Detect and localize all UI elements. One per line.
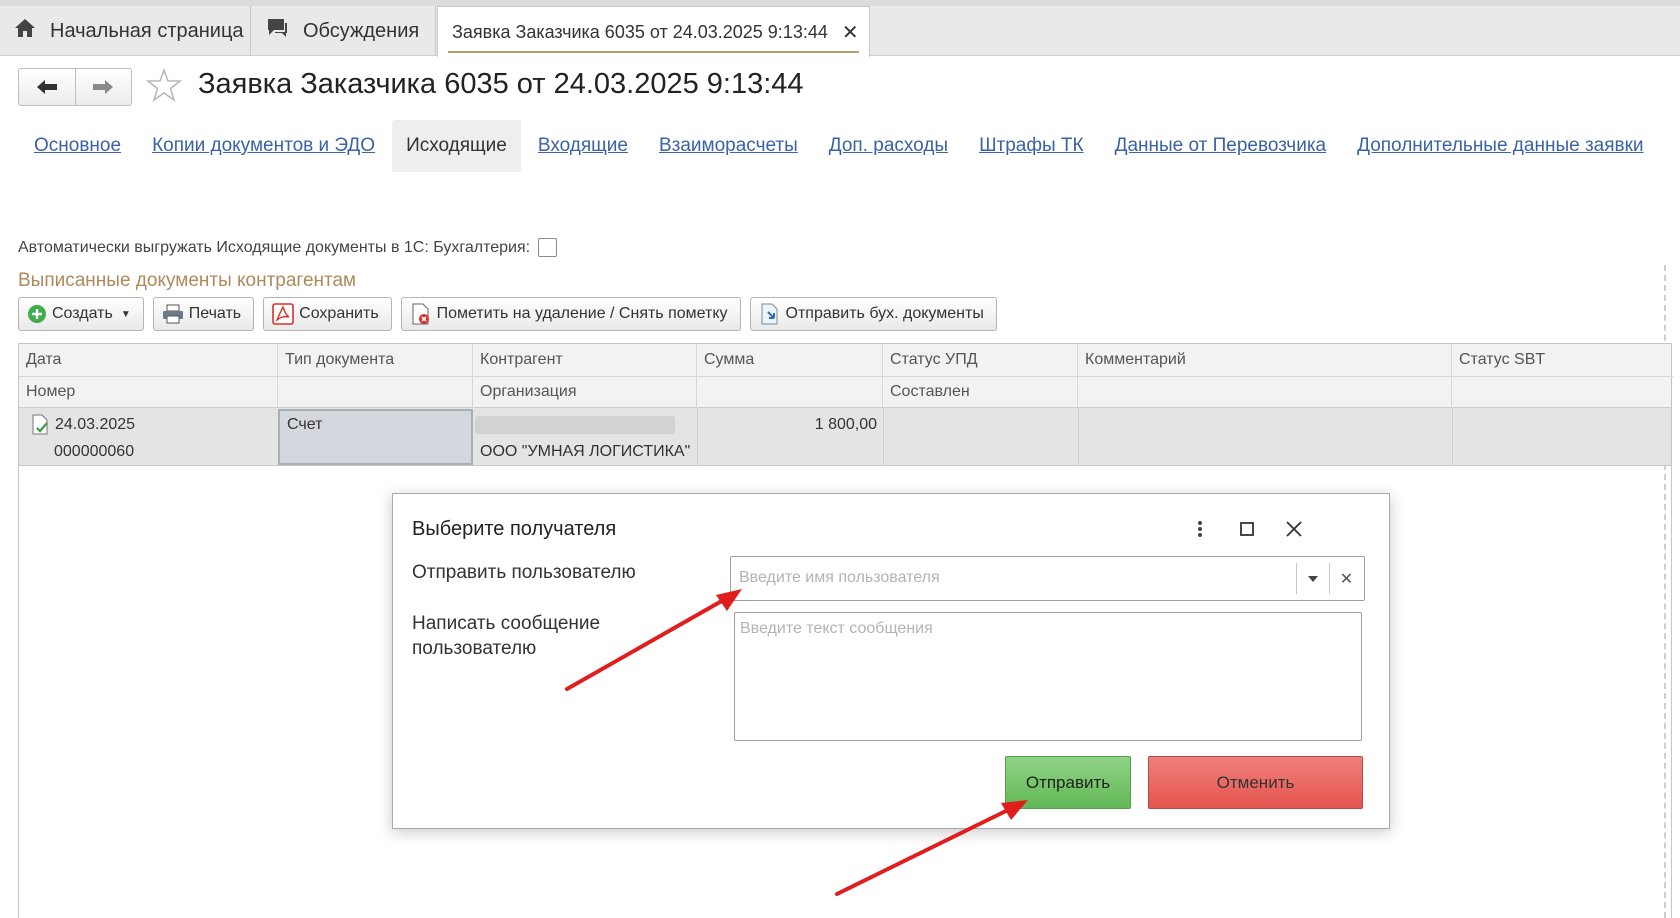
maximize-icon[interactable] [1233, 514, 1261, 544]
user-field-label: Отправить пользователю [412, 562, 636, 583]
auto-export-checkbox[interactable] [538, 238, 558, 257]
chevron-down-icon [1308, 575, 1318, 582]
cell-divider [1452, 408, 1453, 466]
subtab-penalties[interactable]: Штрафы ТК [965, 120, 1098, 172]
active-tab-underline [448, 51, 859, 53]
message-label-line1: Написать сообщение [412, 613, 601, 634]
save-button-label: Сохранить [299, 305, 379, 322]
row-number: 000000060 [54, 443, 135, 460]
cell-divider [883, 408, 884, 466]
create-button[interactable]: Создать ▼ [18, 297, 144, 331]
form-subtabs: Основное Копии документов и ЭДО Исходящи… [20, 120, 1661, 172]
plus-circle-icon [27, 304, 47, 324]
subtab-incoming[interactable]: Входящие [524, 120, 642, 172]
arrow-right-icon [93, 80, 114, 94]
user-input[interactable]: Введите имя пользователя ✕ [730, 556, 1365, 601]
table-header: Дата Тип документа Контрагент Сумма Стат… [19, 344, 1673, 408]
print-button-label: Печать [188, 305, 242, 322]
col-organization[interactable]: Организация [473, 376, 697, 408]
subtab-carrier-data[interactable]: Данные от Перевозчика [1101, 120, 1341, 172]
send-docs-button[interactable]: Отправить бух. документы [749, 297, 997, 331]
tab-discussions[interactable]: Обсуждения [251, 6, 436, 56]
subtab-additional-data[interactable]: Дополнительные данные заявки [1343, 120, 1657, 172]
row-doc-type: Счет [287, 416, 323, 433]
back-button[interactable] [19, 69, 76, 105]
clear-button[interactable]: ✕ [1329, 563, 1363, 594]
create-button-label: Создать [52, 305, 113, 322]
more-vertical-icon[interactable] [1186, 514, 1214, 544]
forward-button[interactable] [76, 69, 132, 105]
cell-divider [697, 408, 698, 466]
col-upd-status[interactable]: Статус УПД [883, 344, 1078, 376]
col-doc-type[interactable]: Тип документа [278, 344, 473, 408]
row-organization: ООО "УМНАЯ ЛОГИСТИКА" [480, 443, 691, 460]
documents-toolbar: Создать ▼ Печать Сохранить Пометить на у… [18, 297, 1006, 331]
cancel-button[interactable]: Отменить [1148, 756, 1363, 809]
dialog-title: Выберите получателя [412, 518, 617, 540]
cell-divider [1078, 408, 1079, 466]
document-posted-icon [31, 414, 51, 436]
delete-mark-icon [410, 303, 432, 325]
send-document-icon [759, 303, 781, 325]
save-button[interactable]: Сохранить [263, 297, 392, 331]
auto-export-row: Автоматически выгружать Исходящие докуме… [18, 238, 558, 257]
message-label: Написать сообщение пользователю [412, 611, 600, 661]
home-icon [14, 18, 50, 44]
printer-icon [162, 304, 184, 324]
subtab-outgoing[interactable]: Исходящие [392, 120, 521, 172]
subtab-doc-copies[interactable]: Копии документов и ЭДО [138, 120, 389, 172]
col-number[interactable]: Номер [19, 376, 278, 408]
col-sbt-status[interactable]: Статус SBT [1452, 344, 1673, 408]
col-sum[interactable]: Сумма [697, 344, 883, 408]
row-date: 24.03.2025 [55, 416, 136, 433]
subtab-extra-costs[interactable]: Доп. расходы [815, 120, 962, 172]
tab-current-order[interactable]: Заявка Заказчика 6035 от 24.03.2025 9:13… [437, 6, 870, 57]
tab-home-label: Начальная страница [50, 19, 244, 42]
close-icon[interactable] [1280, 514, 1308, 544]
chat-icon [265, 17, 303, 45]
tab-current-order-label: Заявка Заказчика 6035 от 24.03.2025 9:13… [452, 21, 828, 42]
select-recipient-dialog: Выберите получателя Отправить пользовате… [392, 493, 1390, 829]
auto-export-label: Автоматически выгружать Исходящие докуме… [18, 238, 531, 256]
user-input-placeholder: Введите имя пользователя [739, 569, 940, 586]
row-date-cell: 24.03.2025 [24, 410, 135, 439]
history-navigation [18, 68, 132, 106]
pdf-icon [272, 303, 294, 325]
col-counterparty[interactable]: Контрагент [473, 344, 697, 376]
subtab-main[interactable]: Основное [20, 120, 135, 172]
subtab-settlements[interactable]: Взаиморасчеты [645, 120, 812, 172]
table-row[interactable]: 24.03.2025 000000060 Счет ООО "УМНАЯ ЛОГ… [19, 408, 1671, 466]
message-placeholder: Введите текст сообщения [740, 620, 933, 637]
page-title: Заявка Заказчика 6035 от 24.03.2025 9:13… [198, 68, 804, 100]
send-docs-button-label: Отправить бух. документы [785, 305, 984, 322]
mark-delete-button-label: Пометить на удаление / Снять пометку [436, 305, 728, 322]
redacted-counterparty [475, 416, 675, 434]
chevron-down-icon: ▼ [120, 308, 131, 320]
top-tab-bar: Начальная страница Обсуждения Заявка Зак… [0, 0, 1680, 57]
section-title: Выписанные документы контрагентам [18, 270, 357, 291]
message-textarea[interactable]: Введите текст сообщения [734, 612, 1362, 741]
tab-home[interactable]: Начальная страница [0, 6, 251, 56]
mark-delete-button[interactable]: Пометить на удаление / Снять пометку [400, 297, 741, 331]
dropdown-button[interactable] [1296, 563, 1329, 594]
favorite-star-icon[interactable] [145, 67, 183, 107]
tab-discussions-label: Обсуждения [303, 19, 420, 42]
col-date[interactable]: Дата [19, 344, 278, 376]
row-sum: 1 800,00 [814, 416, 877, 433]
col-comment[interactable]: Комментарий [1078, 344, 1452, 408]
arrow-left-icon [36, 80, 57, 94]
close-icon[interactable]: ✕ [842, 20, 859, 45]
message-label-line2: пользователю [412, 638, 537, 659]
print-button[interactable]: Печать [152, 297, 255, 331]
col-composed[interactable]: Составлен [883, 376, 1078, 408]
send-button[interactable]: Отправить [1005, 756, 1131, 809]
